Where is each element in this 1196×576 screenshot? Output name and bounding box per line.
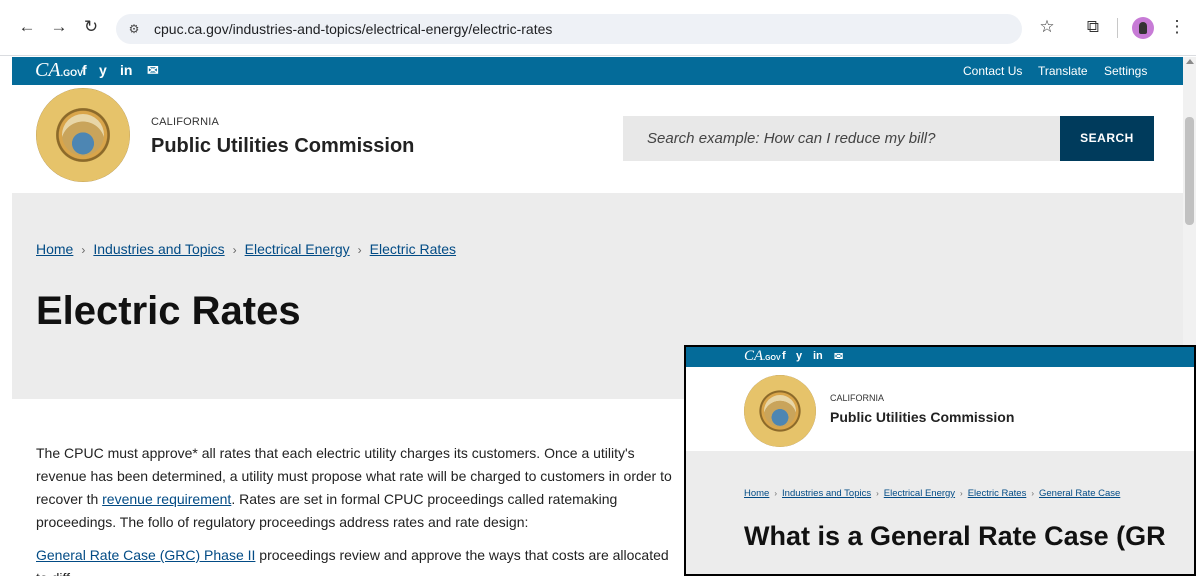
overlay-agency-state-label: CALIFORNIA bbox=[830, 393, 885, 403]
scroll-up-arrow-icon[interactable] bbox=[1186, 59, 1194, 64]
scroll-thumb[interactable] bbox=[1185, 117, 1194, 225]
overlay-state-seal-logo[interactable] bbox=[744, 375, 816, 447]
menu-icon[interactable]: ⋮ bbox=[1166, 16, 1188, 38]
overlay-facebook-icon[interactable]: f bbox=[782, 350, 786, 362]
translate-link[interactable]: Translate bbox=[1038, 64, 1088, 78]
grc-phase-ii-link[interactable]: General Rate Case (GRC) Phase II bbox=[36, 547, 255, 563]
ca-gov-logo[interactable]: CA.GOV bbox=[35, 59, 83, 82]
search-button[interactable]: SEARCH bbox=[1060, 116, 1154, 161]
overlay-hero: Home › Industries and Topics › Electrical En… bbox=[686, 451, 1194, 574]
breadcrumb-electrical-energy[interactable]: Electrical Energy bbox=[245, 241, 350, 257]
bookmark-star-icon[interactable]: ☆ bbox=[1036, 16, 1058, 38]
breadcrumb-separator: › bbox=[357, 243, 362, 257]
search-placeholder: Search example: How can I reduce my bill… bbox=[647, 130, 936, 147]
agency-name[interactable]: Public Utilities Commission bbox=[151, 135, 414, 158]
page-title: Electric Rates bbox=[36, 289, 301, 333]
address-bar[interactable]: ⚙ cpuc.ca.gov/industries-and-topics/elec… bbox=[116, 14, 1022, 44]
agency-state-label: CALIFORNIA bbox=[151, 116, 220, 128]
grc-paragraph: General Rate Case (GRC) Phase II proceed… bbox=[36, 544, 676, 576]
browser-toolbar: ← → ↻ ⚙ cpuc.ca.gov/industries-and-topic… bbox=[0, 0, 1196, 56]
back-icon[interactable]: ← bbox=[16, 16, 38, 38]
overlay-breadcrumb-electric-rates[interactable]: Electric Rates bbox=[968, 488, 1027, 499]
facebook-icon[interactable]: f bbox=[82, 62, 87, 78]
reload-icon[interactable]: ↻ bbox=[80, 16, 102, 38]
overlay-agency-name[interactable]: Public Utilities Commission bbox=[830, 409, 1014, 425]
overlay-twitter-icon[interactable]: y bbox=[796, 350, 802, 362]
intro-paragraph: The CPUC must approve* all rates that ea… bbox=[36, 442, 676, 534]
site-header: CALIFORNIA Public Utilities Commission S… bbox=[12, 85, 1183, 193]
breadcrumb-electric-rates[interactable]: Electric Rates bbox=[370, 241, 456, 257]
profile-avatar[interactable] bbox=[1132, 17, 1154, 39]
toolbar-divider bbox=[1117, 18, 1118, 38]
breadcrumb-home[interactable]: Home bbox=[36, 241, 73, 257]
overlay-breadcrumb-home[interactable]: Home bbox=[744, 488, 769, 499]
breadcrumb-industries[interactable]: Industries and Topics bbox=[93, 241, 224, 257]
overlay-utility-bar: CA.GOV f y in ✉ bbox=[686, 347, 1194, 367]
overlay-linkedin-icon[interactable]: in bbox=[813, 350, 823, 362]
search-input[interactable]: Search example: How can I reduce my bill… bbox=[623, 116, 1060, 161]
overlay-screenshot: CA.GOV f y in ✉ CALIFORNIA Public Utilit… bbox=[684, 345, 1196, 576]
revenue-requirement-link[interactable]: revenue requirement bbox=[102, 491, 231, 507]
settings-link[interactable]: Settings bbox=[1104, 64, 1147, 78]
forward-icon[interactable]: → bbox=[48, 16, 70, 38]
overlay-ca-gov-logo[interactable]: CA.GOV bbox=[744, 348, 781, 365]
breadcrumb: Home › Industries and Topics › Electrical En… bbox=[36, 241, 456, 257]
breadcrumb-separator: › bbox=[232, 243, 237, 257]
overlay-header: CALIFORNIA Public Utilities Commission bbox=[686, 367, 1194, 451]
extensions-icon[interactable]: ⧉ bbox=[1082, 16, 1104, 38]
site-info-icon[interactable]: ⚙ bbox=[126, 21, 142, 37]
overlay-breadcrumb-electrical-energy[interactable]: Electrical Energy bbox=[884, 488, 955, 499]
breadcrumb-separator: › bbox=[1031, 489, 1034, 498]
breadcrumb-separator: › bbox=[876, 489, 879, 498]
overlay-breadcrumb-industries[interactable]: Industries and Topics bbox=[782, 488, 871, 499]
main-content: The CPUC must approve* all rates that ea… bbox=[36, 442, 676, 576]
linkedin-icon[interactable]: in bbox=[120, 62, 132, 78]
address-url[interactable]: cpuc.ca.gov/industries-and-topics/electr… bbox=[154, 21, 552, 37]
breadcrumb-separator: › bbox=[81, 243, 86, 257]
utility-bar: CA.GOV f y in ✉ Contact Us Translate Set… bbox=[12, 57, 1183, 85]
overlay-email-icon[interactable]: ✉ bbox=[834, 350, 843, 363]
breadcrumb-separator: › bbox=[774, 489, 778, 498]
twitter-icon[interactable]: y bbox=[99, 62, 107, 78]
contact-us-link[interactable]: Contact Us bbox=[963, 64, 1022, 78]
state-seal-logo[interactable] bbox=[36, 88, 130, 182]
overlay-breadcrumb-general-rate-case[interactable]: General Rate Case bbox=[1039, 488, 1120, 499]
intro-text-3: of regulatory proceedings address rates … bbox=[177, 514, 529, 530]
breadcrumb-separator: › bbox=[960, 489, 963, 498]
overlay-page-title: What is a General Rate Case (GR bbox=[744, 521, 1166, 551]
email-icon[interactable]: ✉ bbox=[147, 62, 159, 79]
overlay-breadcrumb: Home › Industries and Topics › Electrical En… bbox=[744, 488, 1120, 499]
